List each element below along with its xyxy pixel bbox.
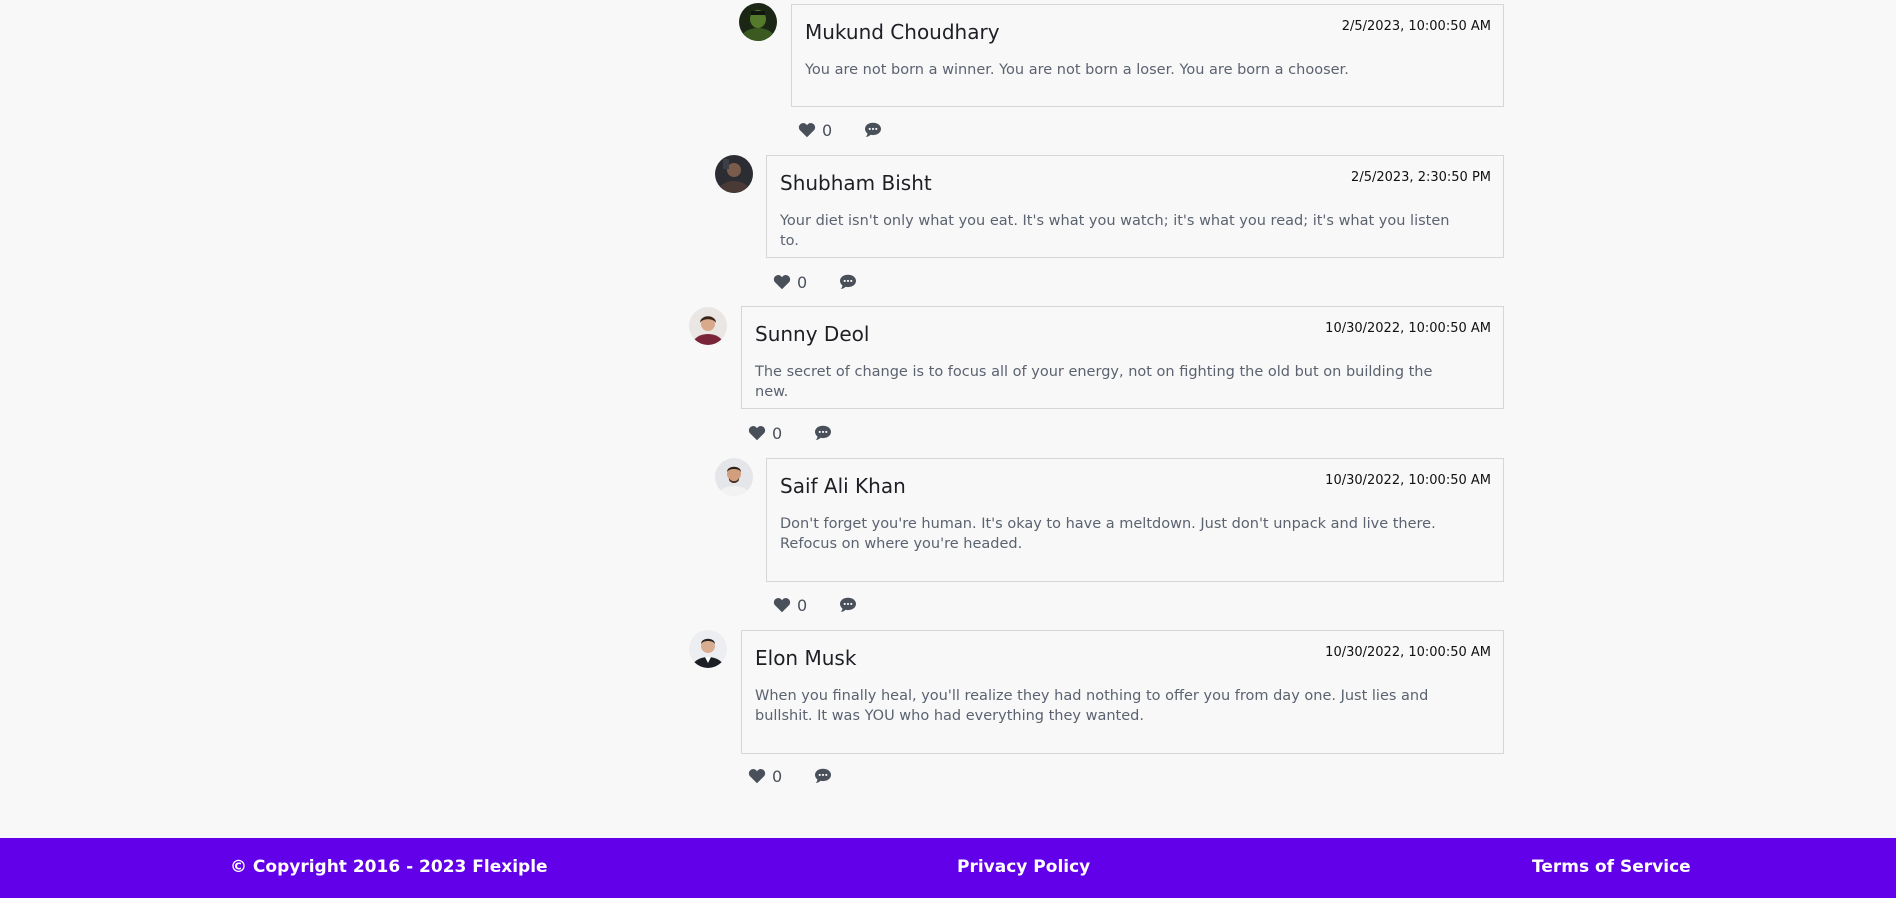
comment-author[interactable]: Shubham Bisht — [780, 171, 932, 195]
terms-of-service-link[interactable]: Terms of Service — [1532, 857, 1691, 877]
comment-text: You are not born a winner. You are not b… — [805, 62, 1349, 78]
comment-bubble-icon — [815, 768, 832, 783]
like-button[interactable]: 0 — [748, 424, 782, 443]
avatar[interactable] — [689, 630, 727, 668]
woman-portrait-avatar-icon — [689, 307, 727, 345]
comment-actions: 0 — [748, 764, 832, 788]
page: Mukund Choudhary 2/5/2023, 10:00:50 AM Y… — [0, 0, 1896, 898]
site-footer: © Copyright 2016 - 2023 Flexiple Privacy… — [0, 838, 1896, 898]
heart-icon — [798, 123, 816, 138]
comment-card: Elon Musk 10/30/2022, 10:00:50 AM When y… — [741, 630, 1504, 754]
comment-timestamp: 2/5/2023, 2:30:50 PM — [1351, 170, 1491, 185]
comment-actions: 0 — [798, 118, 882, 142]
avatar[interactable] — [689, 307, 727, 345]
like-button[interactable]: 0 — [773, 596, 807, 615]
like-count: 0 — [797, 595, 808, 615]
comment-text: The secret of change is to focus all of … — [755, 364, 1433, 400]
like-count: 0 — [772, 423, 783, 443]
copyright-text: © Copyright 2016 - 2023 Flexiple — [230, 857, 548, 877]
reply-button[interactable] — [839, 597, 857, 613]
comment-thread: Mukund Choudhary 2/5/2023, 10:00:50 AM Y… — [0, 0, 1896, 838]
comment-timestamp: 10/30/2022, 10:00:50 AM — [1325, 321, 1491, 336]
heart-icon — [748, 769, 766, 784]
comment-card: Shubham Bisht 2/5/2023, 2:30:50 PM Your … — [766, 155, 1504, 258]
suit-portrait-avatar-icon — [689, 630, 727, 668]
like-button[interactable]: 0 — [773, 273, 807, 292]
comment-author[interactable]: Elon Musk — [755, 646, 856, 670]
like-count: 0 — [797, 272, 808, 292]
comment-author[interactable]: Saif Ali Khan — [780, 474, 906, 498]
comment-text: Your diet isn't only what you eat. It's … — [780, 213, 1450, 249]
avatar[interactable] — [739, 3, 777, 41]
comment-timestamp: 10/30/2022, 10:00:50 AM — [1325, 645, 1491, 660]
avatar[interactable] — [715, 155, 753, 193]
comment-author[interactable]: Sunny Deol — [755, 322, 869, 346]
privacy-policy-link[interactable]: Privacy Policy — [957, 857, 1090, 877]
man-portrait-avatar-icon — [715, 458, 753, 496]
heart-icon — [748, 426, 766, 441]
reply-button[interactable] — [814, 768, 832, 784]
like-button[interactable]: 0 — [798, 121, 832, 140]
reply-button[interactable] — [839, 274, 857, 290]
comment-text: When you finally heal, you'll realize th… — [755, 688, 1429, 724]
comment-actions: 0 — [748, 421, 832, 445]
comment-bubble-icon — [865, 122, 882, 137]
heart-icon — [773, 275, 791, 290]
comment-card: Mukund Choudhary 2/5/2023, 10:00:50 AM Y… — [791, 4, 1504, 107]
dark-portrait-avatar-icon — [715, 155, 753, 193]
hulk-avatar-icon — [739, 3, 777, 41]
comment-bubble-icon — [840, 274, 857, 289]
comment-actions: 0 — [773, 270, 857, 294]
comment-actions: 0 — [773, 593, 857, 617]
reply-button[interactable] — [864, 122, 882, 138]
comment-card: Saif Ali Khan 10/30/2022, 10:00:50 AM Do… — [766, 458, 1504, 582]
comment-timestamp: 10/30/2022, 10:00:50 AM — [1325, 473, 1491, 488]
comment-bubble-icon — [815, 425, 832, 440]
avatar[interactable] — [715, 458, 753, 496]
like-button[interactable]: 0 — [748, 767, 782, 786]
reply-button[interactable] — [814, 425, 832, 441]
heart-icon — [773, 598, 791, 613]
comment-text: Don't forget you're human. It's okay to … — [780, 516, 1436, 552]
like-count: 0 — [772, 766, 783, 786]
comment-bubble-icon — [840, 597, 857, 612]
like-count: 0 — [822, 120, 833, 140]
comment-timestamp: 2/5/2023, 10:00:50 AM — [1341, 19, 1491, 34]
comment-card: Sunny Deol 10/30/2022, 10:00:50 AM The s… — [741, 306, 1504, 409]
comment-author[interactable]: Mukund Choudhary — [805, 20, 1000, 44]
